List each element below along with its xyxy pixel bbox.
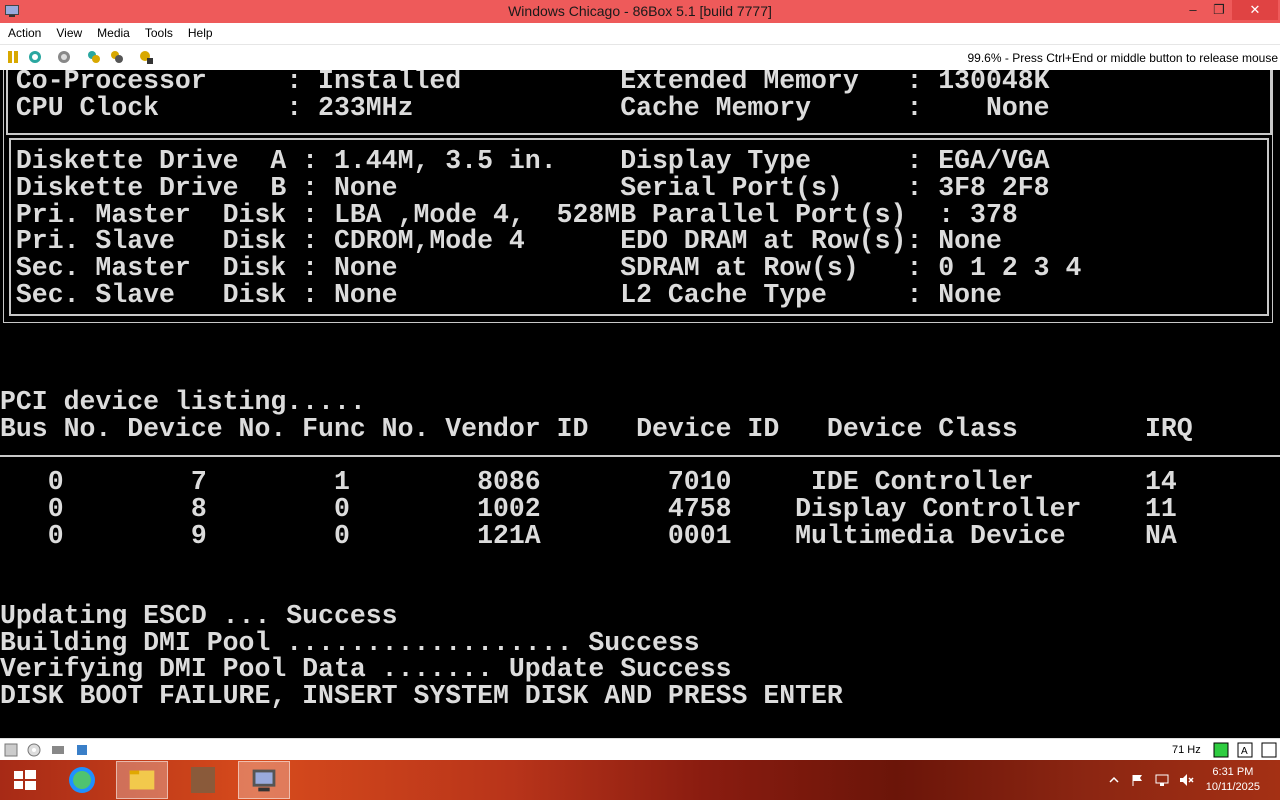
pci-row: 0 8 0 1002 4758 Display Controller 11 [0,494,1177,524]
clock-time: 6:31 PM [1212,766,1254,778]
clock-date: 10/11/2025 [1205,781,1260,793]
start-button[interactable] [0,761,50,799]
volume-muted-icon[interactable] [1178,772,1194,788]
app-icon[interactable] [177,761,229,799]
menu-action[interactable]: Action [0,23,48,44]
menu-media[interactable]: Media [89,23,137,44]
emulator-screen[interactable]: Co-Processor : Installed Extended Memory… [0,70,1280,738]
bios-cpu-line: Co-Processor : Installed Extended Memory… [0,70,1050,96]
clock[interactable]: 6:31 PM 10/11/2025 [1206,765,1260,795]
status-bar: 71 Hz A [0,738,1280,761]
menu-bar: Action View Media Tools Help [0,23,1280,44]
bios-device-line: Diskette Drive A : 1.44M, 3.5 in. Displa… [0,146,1050,176]
svg-text:A: A [1241,746,1248,757]
refresh-rate: 71 Hz [1172,744,1201,756]
display-icon [1261,742,1277,758]
sound-icon[interactable] [74,742,90,758]
floppy-icon[interactable] [3,742,19,758]
network-icon[interactable] [50,742,66,758]
86box-icon[interactable] [238,761,290,799]
window-title-bar[interactable]: Windows Chicago - 86Box 5.1 [build 7777]… [0,0,1280,23]
mouse-release-hint: 99.6% - Press Ctrl+End or middle button … [967,51,1279,65]
internet-explorer-icon[interactable] [56,761,108,799]
toolbar: 99.6% - Press Ctrl+End or middle button … [0,44,1280,70]
pci-header-divider [0,455,1280,457]
close-button[interactable]: ✕ [1232,0,1278,20]
caps-icon: A [1237,742,1253,758]
bios-device-line: Sec. Master Disk : None SDRAM at Row(s) … [0,253,1082,283]
show-hidden-icon[interactable] [1106,772,1122,788]
reset-icon[interactable] [27,49,43,65]
ctrl-alt-del-icon[interactable] [56,49,72,65]
bios-device-line: Pri. Slave Disk : CDROM,Mode 4 EDO DRAM … [0,226,1002,256]
window-title: Windows Chicago - 86Box 5.1 [build 7777] [508,3,772,19]
bios-device-line: Sec. Slave Disk : None L2 Cache Type : N… [0,280,1002,310]
pci-row: 0 9 0 121A 0001 Multimedia Device NA [0,521,1177,551]
status-line: Verifying DMI Pool Data ....... Update S… [0,654,732,684]
action-center-icon[interactable] [1130,772,1146,788]
bios-device-line: Diskette Drive B : None Serial Port(s) :… [0,173,1050,203]
menu-help[interactable]: Help [180,23,220,44]
pause-icon[interactable] [5,49,21,65]
status-line: Updating ESCD ... Success [0,601,398,631]
keyboard-led-icon [1213,742,1229,758]
file-explorer-icon[interactable] [116,761,168,799]
menu-view[interactable]: View [48,23,89,44]
menu-tools[interactable]: Tools [137,23,180,44]
bios-clock-line: CPU Clock : 233MHz Cache Memory : None [0,93,1050,123]
pci-listing-header: Bus No. Device No. Func No. Vendor ID De… [0,414,1193,444]
network-icon[interactable] [1154,772,1170,788]
restore-button[interactable]: ❐ [1204,0,1234,20]
taskbar: 6:31 PM 10/11/2025 [0,760,1280,800]
screenshot-icon[interactable] [138,49,154,65]
settings-icon[interactable] [86,49,102,65]
pci-listing-title: PCI device listing..... [0,387,366,417]
hard-reset-icon[interactable] [109,49,125,65]
boot-failure-line: DISK BOOT FAILURE, INSERT SYSTEM DISK AN… [0,681,843,711]
status-line: Building DMI Pool .................. Suc… [0,628,700,658]
cdrom-icon[interactable] [26,742,42,758]
bios-device-line: Pri. Master Disk : LBA ,Mode 4, 528MB Pa… [0,200,1018,230]
pci-row: 0 7 1 8086 7010 IDE Controller 14 [0,467,1177,497]
